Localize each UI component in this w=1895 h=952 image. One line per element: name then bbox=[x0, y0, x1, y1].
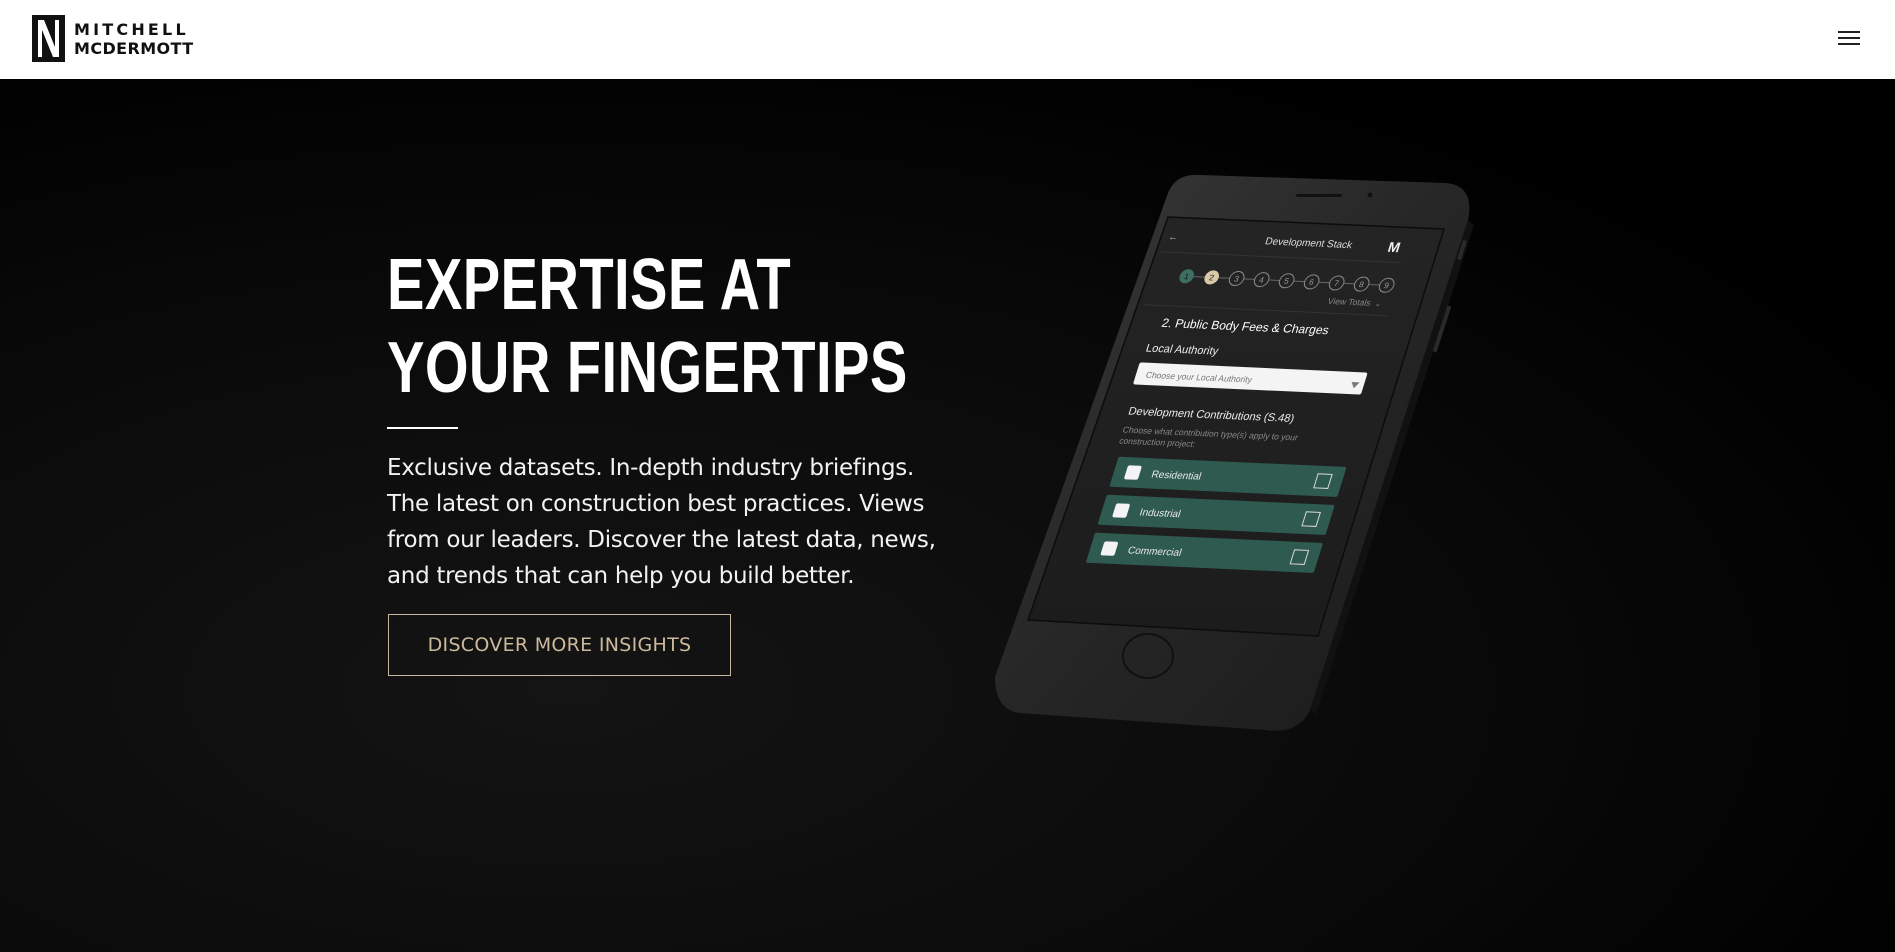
phone-mockup-image: ← Development Stack M 123456789 View Tot… bbox=[990, 165, 1480, 735]
hamburger-menu-icon[interactable] bbox=[1838, 29, 1862, 47]
option-label-industrial: Industrial bbox=[1138, 508, 1182, 521]
site-logo[interactable]: MITCHELL MCDERMOTT bbox=[32, 15, 194, 62]
logo-line-2: MCDERMOTT bbox=[74, 38, 194, 58]
logo-line-1: MITCHELL bbox=[74, 19, 189, 39]
headline-line-1: EXPERTISE AT bbox=[387, 245, 792, 325]
headline-divider bbox=[387, 427, 458, 429]
view-totals-link: View Totals bbox=[1327, 296, 1373, 308]
hero-lead-text: Exclusive datasets. In-depth industry br… bbox=[387, 455, 936, 589]
option-label-residential: Residential bbox=[1150, 470, 1203, 483]
logo-mark-icon bbox=[32, 15, 65, 62]
top-navigation-bar: MITCHELL MCDERMOTT bbox=[0, 0, 1895, 79]
hero-headline: EXPERTISE AT YOUR FINGERTIPS bbox=[387, 244, 908, 410]
hero-section bbox=[0, 79, 1895, 952]
discover-more-insights-button[interactable]: DISCOVER MORE INSIGHTS bbox=[388, 614, 731, 676]
logo-wordmark: MITCHELL MCDERMOTT bbox=[74, 20, 194, 58]
headline-line-2: YOUR FINGERTIPS bbox=[387, 328, 908, 408]
